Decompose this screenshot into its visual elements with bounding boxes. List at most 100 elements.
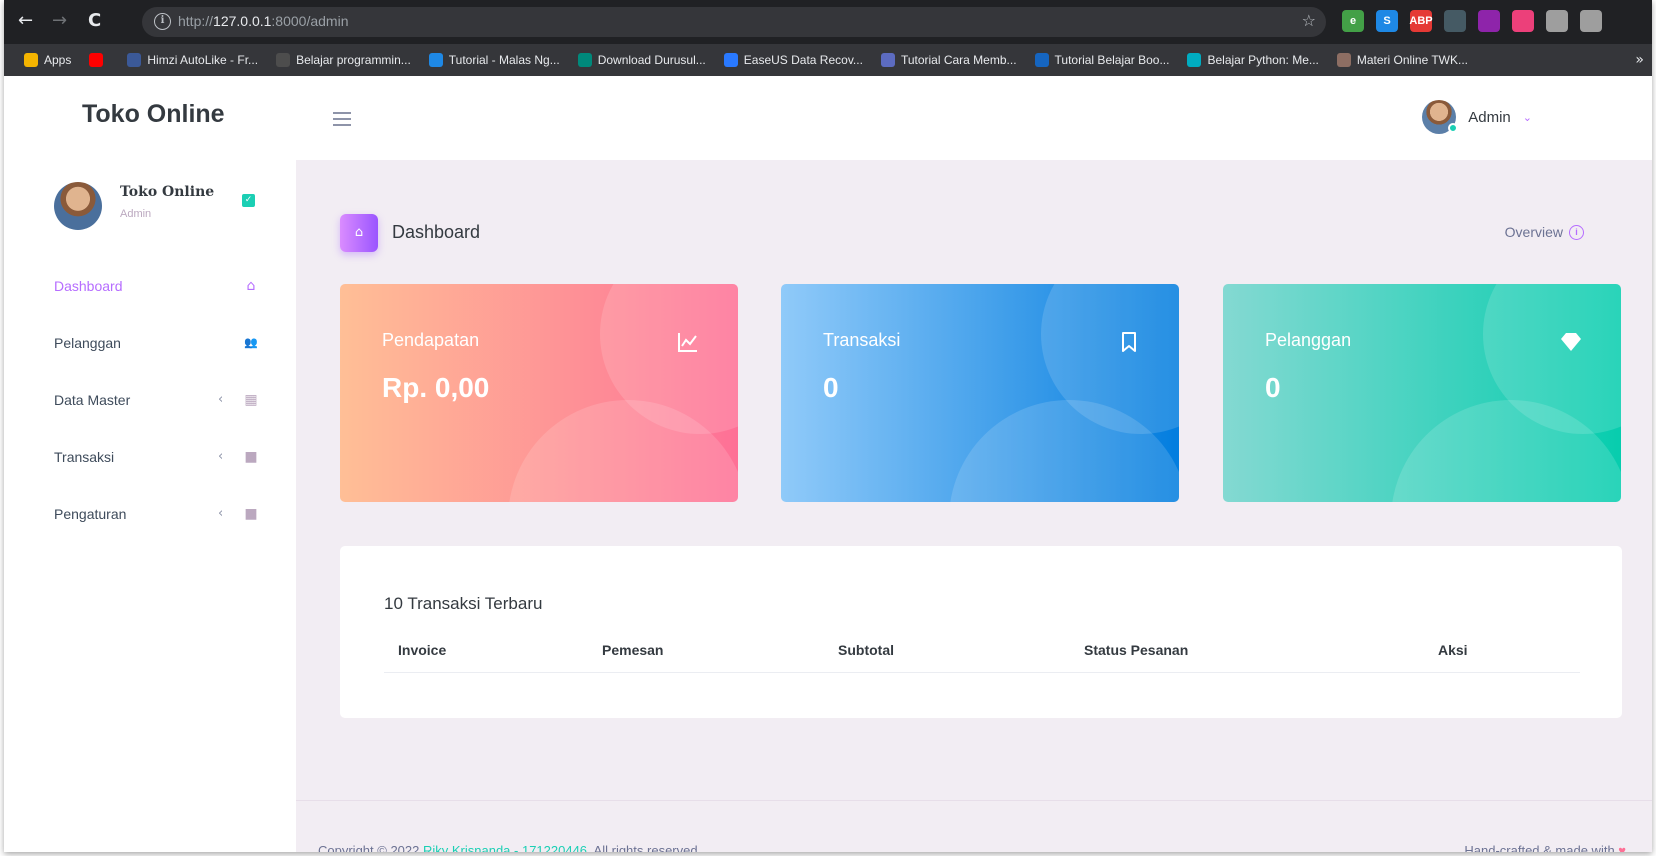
extensions-bar: e S ABP bbox=[1342, 10, 1602, 32]
extension-icon[interactable]: e bbox=[1342, 10, 1364, 32]
chevron-left-icon: ‹ bbox=[218, 506, 224, 521]
bookmark-label: Himzi AutoLike - Fr... bbox=[147, 53, 259, 67]
bookmark-item[interactable] bbox=[89, 53, 109, 67]
page-title: Dashboard bbox=[392, 222, 481, 242]
extension-icon[interactable] bbox=[1478, 10, 1500, 32]
column-header: Pemesan bbox=[602, 642, 664, 658]
overview-label: Overview bbox=[1504, 224, 1563, 240]
sidebar: Toko Online Admin ✓ Dashboard ⌂ Pelanggan 👥… bbox=[4, 160, 296, 852]
profile-name: Toko Online bbox=[120, 184, 215, 200]
heart-icon: ♥ bbox=[1618, 843, 1626, 852]
bookmark-label: Belajar programmin... bbox=[296, 53, 411, 67]
card-pelanggan: Pelanggan 0 bbox=[1223, 284, 1621, 502]
info-icon[interactable]: i bbox=[154, 13, 171, 30]
copyright-text: Copyright © 2022 Riky Krisnanda - 171220… bbox=[318, 843, 701, 852]
card-value: 0 bbox=[823, 372, 839, 403]
bookmark-item[interactable]: Tutorial Cara Memb... bbox=[880, 53, 1017, 67]
chevron-down-icon: ⌄ bbox=[1522, 110, 1532, 124]
chevron-left-icon: ‹ bbox=[218, 449, 224, 464]
bookmark-label: Tutorial Belajar Boo... bbox=[1054, 53, 1170, 67]
bookmark-item[interactable]: Download Durusul... bbox=[577, 53, 706, 67]
forward-arrow-icon[interactable]: → bbox=[52, 11, 67, 31]
chevron-left-icon: ‹ bbox=[218, 392, 224, 407]
sidebar-item-transaksi[interactable]: Transaksi ‹ ■ bbox=[4, 439, 296, 479]
chart-line-icon bbox=[678, 333, 697, 352]
back-arrow-icon[interactable]: ← bbox=[18, 11, 33, 31]
table-icon: ▦ bbox=[244, 392, 258, 408]
bookmark-item[interactable]: Tutorial - Malas Ng... bbox=[428, 53, 560, 67]
credit-text: Hand-crafted & made with bbox=[1464, 843, 1619, 852]
extension-icon[interactable] bbox=[1512, 10, 1534, 32]
sidebar-item-pelanggan[interactable]: Pelanggan 👥 bbox=[4, 325, 296, 365]
recent-transactions-card: 10 Transaksi Terbaru Invoice Pemesan Sub… bbox=[340, 546, 1622, 718]
bookmark-item[interactable]: Belajar Python: Me... bbox=[1187, 53, 1319, 67]
extension-icon[interactable] bbox=[1546, 10, 1568, 32]
bookmark-favicon-icon bbox=[577, 53, 592, 67]
bookmark-label: Belajar Python: Me... bbox=[1207, 53, 1319, 67]
bookmark-favicon-icon bbox=[276, 53, 291, 67]
home-icon: ⌂ bbox=[246, 278, 256, 294]
bookmark-item[interactable]: Materi Online TWK... bbox=[1336, 53, 1469, 67]
column-header: Subtotal bbox=[838, 642, 894, 658]
user-menu[interactable]: Admin ⌄ bbox=[1422, 100, 1532, 134]
author-link[interactable]: Riky Krisnanda - 171220446 bbox=[423, 843, 587, 852]
bookmark-favicon-icon bbox=[127, 53, 142, 67]
app-header: Toko Online Admin ⌄ bbox=[4, 76, 1652, 160]
bookmark-item[interactable]: Himzi AutoLike - Fr... bbox=[127, 53, 258, 67]
reload-icon[interactable]: C bbox=[88, 11, 101, 31]
avatar bbox=[1422, 100, 1459, 134]
extension-icon[interactable] bbox=[1444, 10, 1466, 32]
overview-link[interactable]: Overview i bbox=[1505, 224, 1584, 240]
browser-window: ← → C i http://127.0.0.1:8000/admin ☆ eS… bbox=[4, 0, 1652, 852]
bookmark-item[interactable]: Tutorial Belajar Boo... bbox=[1034, 53, 1170, 67]
header-user-name: Admin bbox=[1468, 108, 1511, 126]
extension-icon[interactable]: S bbox=[1376, 10, 1398, 32]
apps-grid-icon bbox=[24, 53, 38, 67]
address-bar[interactable]: i http://127.0.0.1:8000/admin ☆ bbox=[142, 7, 1326, 37]
bookmark-label: Materi Online TWK... bbox=[1356, 53, 1469, 67]
sidebar-item-label: Transaksi bbox=[54, 449, 115, 465]
url-text: http://127.0.0.1:8000/admin bbox=[178, 13, 349, 29]
online-status-dot bbox=[1448, 123, 1459, 133]
copyright-prefix: Copyright © 2022 bbox=[318, 843, 423, 852]
card-transaksi: Transaksi 0 bbox=[781, 284, 1179, 502]
bookmarks-bar: Apps Himzi AutoLike - Fr... Belajar progra… bbox=[4, 44, 1652, 76]
browser-toolbar: ← → C i http://127.0.0.1:8000/admin ☆ eS… bbox=[4, 0, 1652, 44]
table-divider bbox=[384, 672, 1580, 673]
column-header: Aksi bbox=[1438, 642, 1468, 658]
diamond-icon bbox=[1561, 333, 1581, 351]
column-header: Invoice bbox=[398, 642, 447, 658]
bookmark-favicon-icon bbox=[880, 53, 895, 67]
bookmark-item[interactable]: EaseUS Data Recov... bbox=[723, 53, 863, 67]
bag-icon: ■ bbox=[244, 449, 258, 465]
apps-bookmark[interactable]: Apps bbox=[24, 53, 71, 67]
sidebar-item-label: Data Master bbox=[54, 392, 131, 408]
sidebar-item-pengaturan[interactable]: Pengaturan ‹ ■ bbox=[4, 496, 296, 536]
profile-avatar bbox=[54, 182, 102, 230]
info-circle-icon: i bbox=[1569, 224, 1584, 240]
sidebar-item-data-master[interactable]: Data Master ‹ ▦ bbox=[4, 382, 296, 422]
card-pendapatan: Pendapatan Rp. 0,00 bbox=[340, 284, 738, 502]
sidebar-item-label: Dashboard bbox=[54, 278, 123, 294]
more-bookmarks-icon[interactable]: » bbox=[1635, 52, 1644, 68]
brand-logo[interactable]: Toko Online bbox=[82, 100, 225, 129]
bookmark-label: Tutorial Cara Memb... bbox=[900, 53, 1017, 67]
card-value: 0 bbox=[1265, 372, 1281, 403]
bookmark-star-icon[interactable]: ☆ bbox=[1302, 11, 1316, 30]
bookmark-item[interactable]: Belajar programmin... bbox=[276, 53, 411, 67]
bookmark-label: EaseUS Data Recov... bbox=[743, 53, 863, 67]
card-label: Transaksi bbox=[823, 330, 901, 350]
bookmark-label: Apps bbox=[44, 53, 72, 67]
sidebar-item-label: Pengaturan bbox=[54, 506, 127, 522]
bag-icon: ■ bbox=[244, 506, 258, 522]
card-value: Rp. 0,00 bbox=[382, 372, 490, 403]
bookmark-favicon-icon bbox=[1336, 53, 1351, 67]
menu-toggle-icon[interactable] bbox=[333, 112, 351, 126]
extension-icon[interactable]: ABP bbox=[1409, 10, 1433, 32]
sidebar-profile[interactable]: Toko Online Admin ✓ bbox=[4, 160, 296, 248]
bookmark-favicon-icon bbox=[1187, 53, 1202, 67]
sidebar-item-dashboard[interactable]: Dashboard ⌂ bbox=[4, 268, 296, 308]
bookmark-label: Tutorial - Malas Ng... bbox=[448, 53, 560, 67]
extension-icon[interactable] bbox=[1580, 10, 1602, 32]
home-icon: ⌂ bbox=[340, 214, 378, 252]
